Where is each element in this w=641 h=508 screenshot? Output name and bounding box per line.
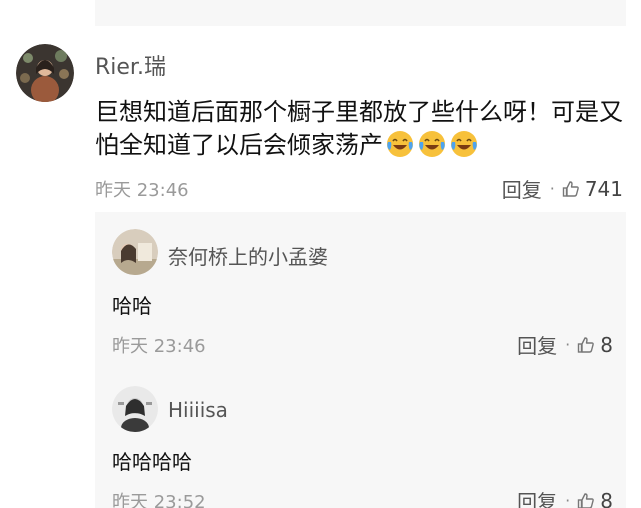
like-count: 8 [600, 488, 613, 508]
laughing-crying-emoji-icon [387, 131, 413, 157]
separator-dot: · [565, 335, 571, 354]
thumbs-up-icon[interactable] [576, 335, 596, 355]
thumbs-up-icon[interactable] [576, 491, 596, 508]
reply-timestamp: 昨天 23:52 [112, 492, 206, 508]
emoji-group [383, 131, 479, 159]
reply-timestamp: 昨天 23:46 [112, 336, 206, 357]
reply-avatar[interactable] [112, 386, 158, 432]
reply-text: 哈哈 [112, 294, 152, 318]
reply-avatar[interactable] [112, 229, 158, 275]
reply-actions: 回复 · 8 [517, 330, 613, 359]
thumbs-up-icon[interactable] [561, 179, 581, 199]
reply-button[interactable]: 回复 [517, 486, 557, 508]
replies-panel: 奈何桥上的小孟婆 哈哈 昨天 23:46 回复 · 8 Hiiiisa 哈哈哈哈… [95, 212, 626, 508]
reply-username[interactable]: Hiiiisa [168, 398, 228, 422]
reply-actions: 回复 · 8 [517, 486, 613, 508]
previous-replies-panel-bottom [95, 0, 626, 26]
reply-username[interactable]: 奈何桥上的小孟婆 [168, 241, 328, 270]
comment-username[interactable]: Rier.瑞 [95, 49, 166, 81]
reply-button[interactable]: 回复 [502, 174, 542, 203]
separator-dot: · [549, 179, 555, 198]
comment-actions: 回复 · 741 [502, 174, 623, 203]
user-avatar[interactable] [16, 44, 74, 102]
reply-button[interactable]: 回复 [517, 330, 557, 359]
separator-dot: · [565, 491, 571, 508]
reply-text: 哈哈哈哈 [112, 450, 192, 474]
laughing-crying-emoji-icon [419, 131, 445, 157]
comment-timestamp: 昨天 23:46 [95, 180, 189, 201]
comment-text: 巨想知道后面那个橱子里都放了些什么呀！可是又怕全知道了以后会倾家荡产 [95, 98, 623, 159]
laughing-crying-emoji-icon [451, 131, 477, 157]
like-count: 8 [600, 332, 613, 357]
like-count: 741 [584, 176, 623, 201]
comment-body: 巨想知道后面那个橱子里都放了些什么呀！可是又怕全知道了以后会倾家荡产 [95, 96, 625, 162]
